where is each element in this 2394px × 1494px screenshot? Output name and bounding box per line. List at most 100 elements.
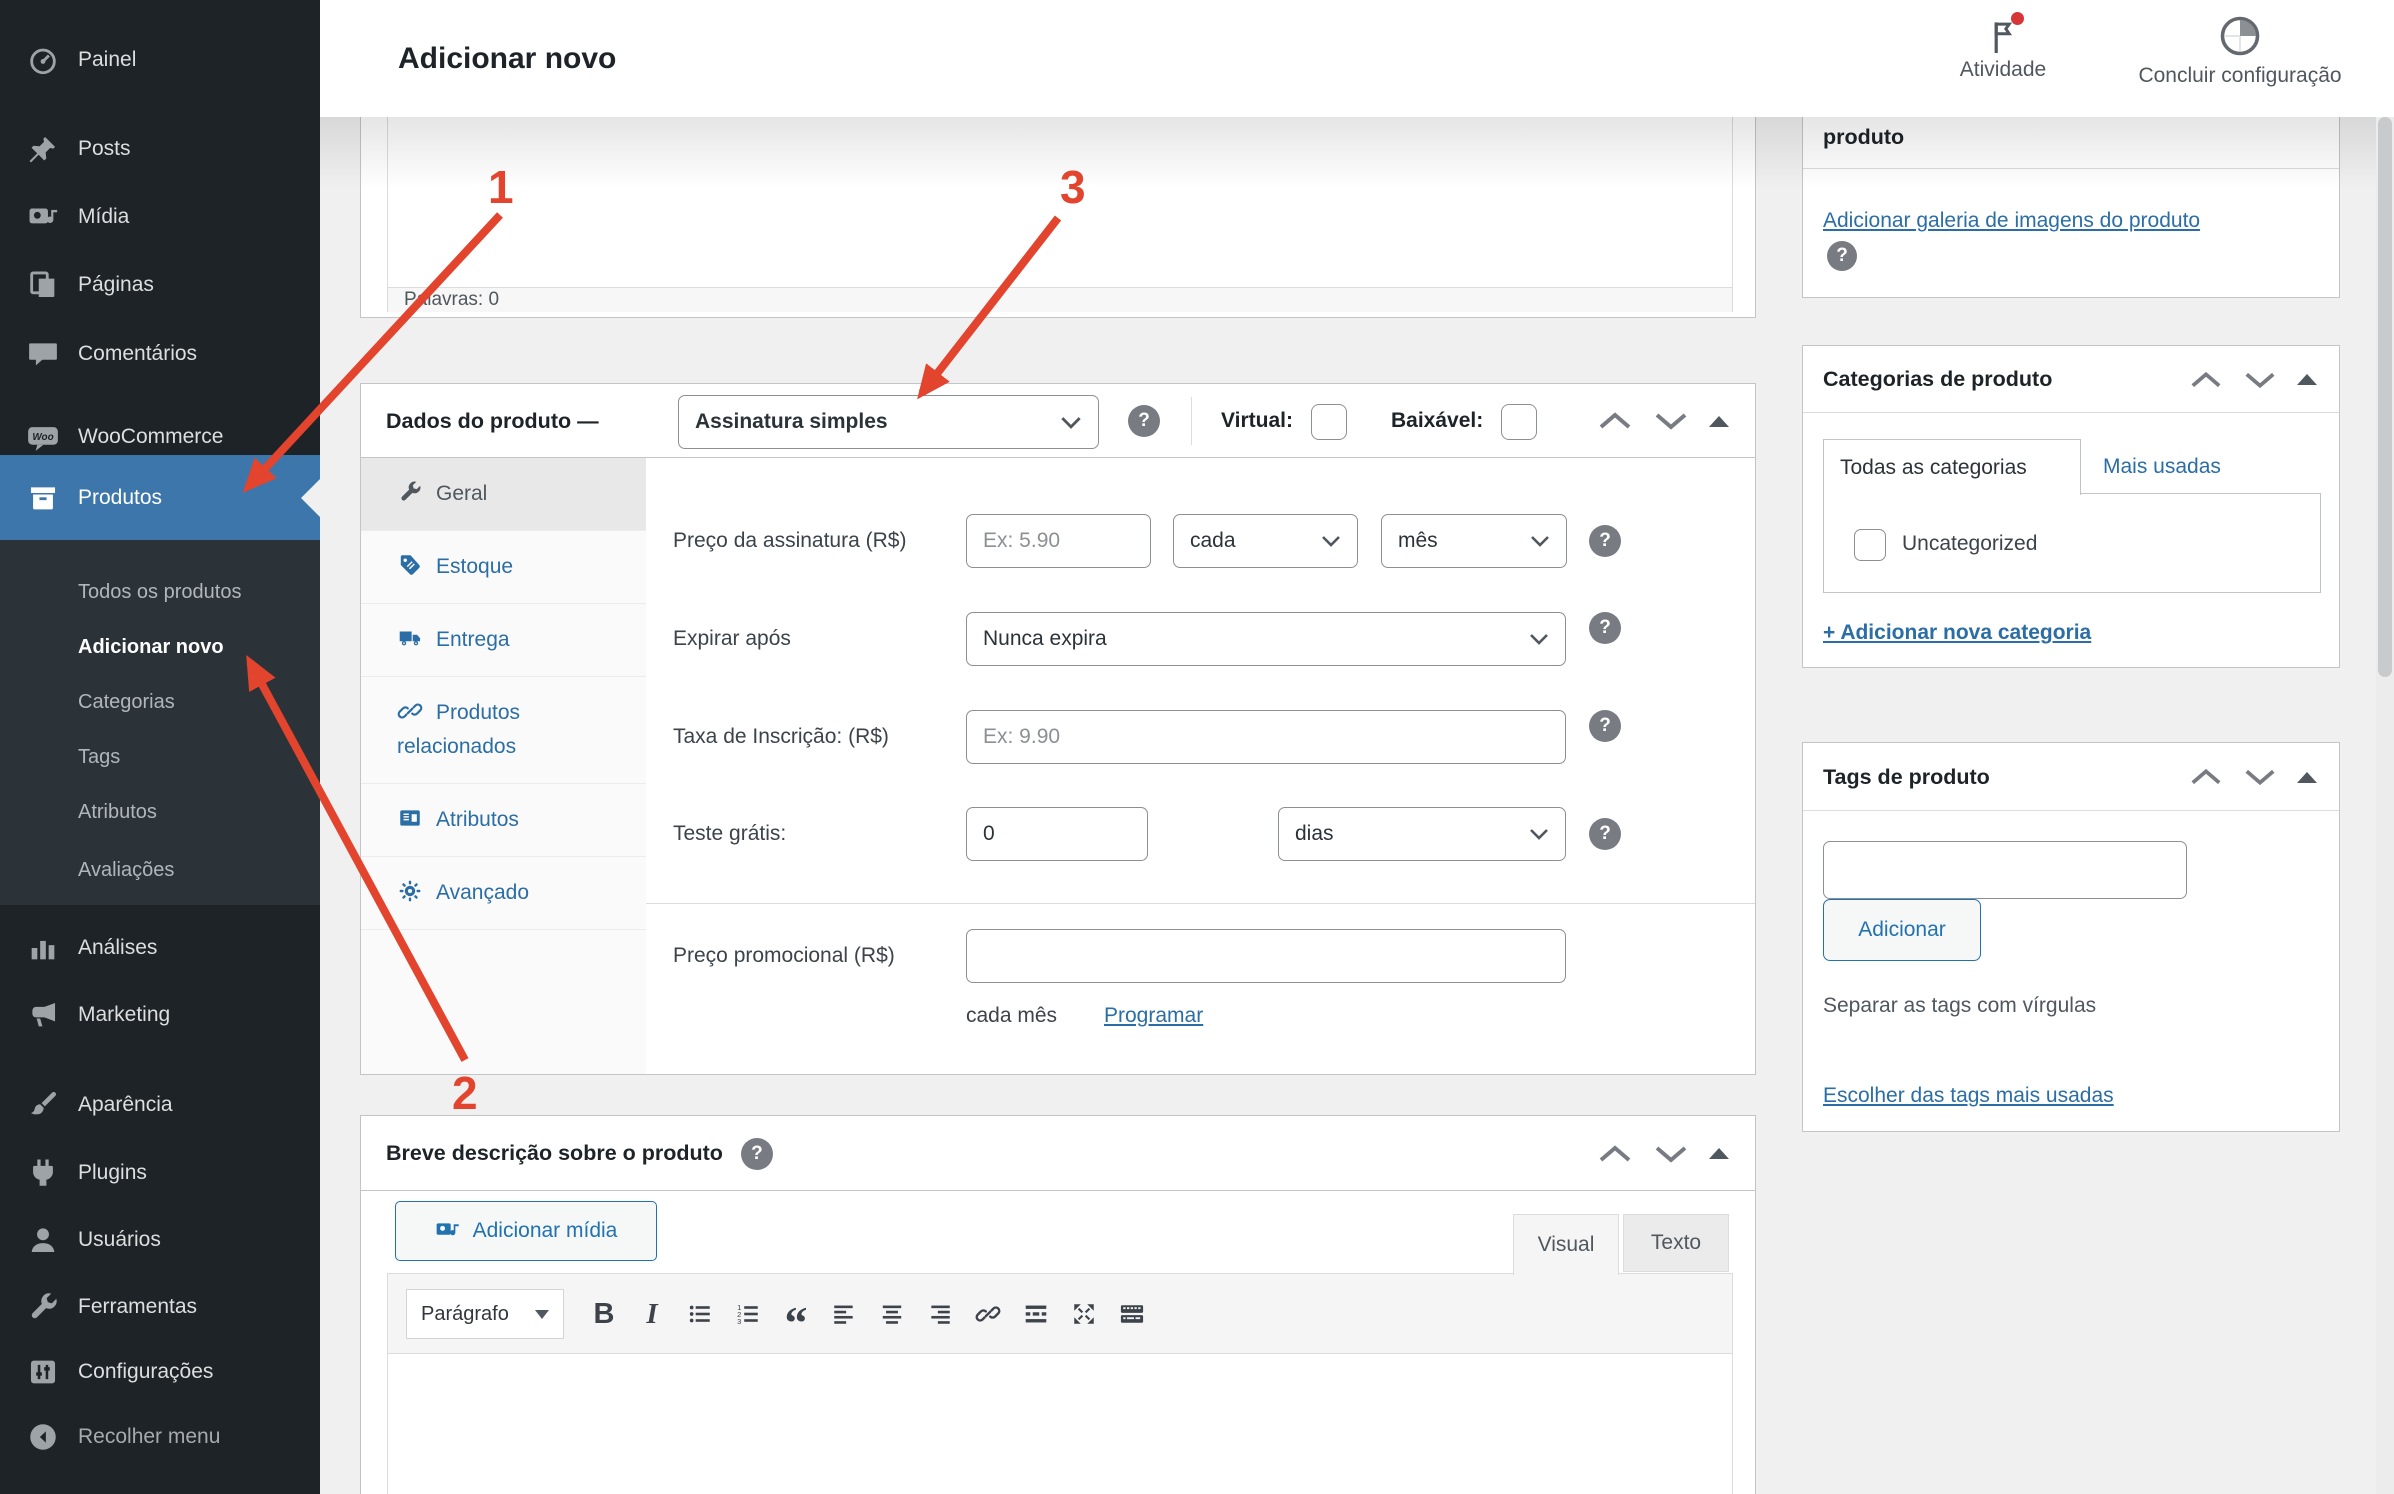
paragraph-dropdown[interactable]: Parágrafo [406, 1289, 564, 1339]
media-icon [435, 1218, 461, 1244]
keyboard-shortcuts-button[interactable] [1112, 1289, 1152, 1339]
sidebar-item-atributos[interactable]: Atributos [0, 785, 320, 840]
sidebar-item-aparencia[interactable]: Aparência [0, 1071, 320, 1139]
sidebar-item-paginas[interactable]: Páginas [0, 251, 320, 319]
sidebar-item-painel[interactable]: Painel [0, 26, 320, 94]
numbered-list-button[interactable]: 123 [728, 1289, 768, 1339]
sidebar-item-produtos[interactable]: Produtos [0, 455, 320, 540]
trial-input[interactable] [966, 807, 1148, 861]
schedule-link[interactable]: Programar [1104, 994, 1203, 1038]
fullscreen-icon [1071, 1301, 1097, 1327]
trial-unit-select[interactable]: dias [1278, 807, 1566, 861]
expire-value: Nunca expira [983, 627, 1107, 651]
help-icon[interactable]: ? [1589, 525, 1621, 557]
interval-value: cada [1190, 529, 1236, 553]
collapse-menu-button[interactable]: Recolher menu [0, 1403, 320, 1471]
sidebar-item-configuracoes[interactable]: Configurações [0, 1338, 320, 1406]
sidebar-item-marketing[interactable]: Marketing [0, 981, 320, 1049]
sidebar-item-label: Ferramentas [78, 1295, 197, 1319]
align-left-button[interactable] [824, 1289, 864, 1339]
tab-entrega[interactable]: Entrega [361, 604, 646, 677]
add-category-link[interactable]: + Adicionar nova categoria [1823, 613, 2091, 653]
tab-estoque[interactable]: Estoque [361, 531, 646, 604]
help-icon[interactable]: ? [1589, 612, 1621, 644]
sidebar-item-posts[interactable]: Posts [0, 115, 320, 183]
sidebar-item-tags[interactable]: Tags [0, 730, 320, 785]
collapse-toggle-icon[interactable] [2297, 772, 2317, 783]
activity-button[interactable]: Atividade [1945, 14, 2061, 106]
add-tag-button[interactable]: Adicionar [1823, 899, 1981, 961]
sidebar-item-midia[interactable]: Mídia [0, 183, 320, 251]
short-description-editor: Parágrafo B I 123 “ [387, 1273, 1733, 1494]
sidebar-item-label: Páginas [78, 273, 154, 297]
align-center-button[interactable] [872, 1289, 912, 1339]
move-up-icon[interactable] [1597, 1143, 1633, 1165]
tab-label: Atributos [436, 808, 519, 831]
help-icon[interactable]: ? [1128, 405, 1160, 437]
help-icon[interactable]: ? [1589, 818, 1621, 850]
tab-visual[interactable]: Visual [1513, 1214, 1619, 1275]
read-more-button[interactable] [1016, 1289, 1056, 1339]
move-up-icon[interactable] [2189, 369, 2223, 391]
sidebar-item-comentarios[interactable]: Comentários [0, 320, 320, 388]
collapse-toggle-icon[interactable] [1709, 1148, 1729, 1159]
collapse-toggle-icon[interactable] [2297, 374, 2317, 385]
choose-tags-link[interactable]: Escolher das tags mais usadas [1823, 1076, 2114, 1116]
insert-link-button[interactable] [968, 1289, 1008, 1339]
virtual-checkbox[interactable] [1311, 404, 1347, 440]
bullet-list-button[interactable] [680, 1289, 720, 1339]
short-description-content[interactable] [388, 1355, 1732, 1494]
add-media-button[interactable]: Adicionar mídia [395, 1201, 657, 1261]
tab-avancado[interactable]: Avançado [361, 857, 646, 930]
blockquote-button[interactable]: “ [776, 1289, 816, 1339]
sidebar-item-adicionar-novo[interactable]: Adicionar novo [0, 620, 320, 675]
move-down-icon[interactable] [2243, 766, 2277, 788]
finish-setup-button[interactable]: Concluir configuração [2105, 14, 2375, 106]
tab-produtos-relacionados[interactable]: Produtos relacionados [361, 677, 646, 784]
move-down-icon[interactable] [1653, 1143, 1689, 1165]
sidebar-item-label: Aparência [78, 1093, 173, 1117]
sidebar-item-usuarios[interactable]: Usuários [0, 1206, 320, 1274]
expire-select[interactable]: Nunca expira [966, 612, 1566, 666]
add-gallery-link[interactable]: Adicionar galeria de imagens do produto [1823, 201, 2200, 241]
interval-select[interactable]: cada [1173, 514, 1358, 568]
help-icon[interactable]: ? [1827, 241, 1857, 271]
price-input[interactable] [966, 514, 1151, 568]
collapse-toggle-icon[interactable] [1709, 416, 1729, 427]
category-checkbox[interactable] [1854, 529, 1886, 561]
move-down-icon[interactable] [1653, 410, 1689, 432]
product-type-select[interactable]: Assinatura simples [678, 395, 1099, 449]
tab-geral[interactable]: Geral [361, 458, 646, 531]
brush-icon [26, 1088, 60, 1122]
chevron-down-icon [1530, 535, 1550, 547]
sidebar-item-categorias[interactable]: Categorias [0, 675, 320, 730]
sidebar-item-ferramentas[interactable]: Ferramentas [0, 1273, 320, 1341]
move-down-icon[interactable] [2243, 369, 2277, 391]
chevron-down-icon [1529, 828, 1549, 840]
italic-button[interactable]: I [632, 1289, 672, 1339]
downloadable-checkbox[interactable] [1501, 404, 1537, 440]
fullscreen-button[interactable] [1064, 1289, 1104, 1339]
collapse-arrow-icon [26, 1420, 60, 1454]
sidebar-item-analises[interactable]: Análises [0, 914, 320, 982]
sidebar-item-todos-os-produtos[interactable]: Todos os produtos [0, 565, 320, 620]
tab-all-categories[interactable]: Todas as categorias [1823, 439, 2081, 495]
help-icon[interactable]: ? [1589, 710, 1621, 742]
tags-input[interactable] [1823, 841, 2187, 899]
move-up-icon[interactable] [2189, 766, 2223, 788]
sale-price-input[interactable] [966, 929, 1566, 983]
sidebar-item-label: Configurações [78, 1360, 213, 1384]
short-description-title: Breve descrição sobre o produto [386, 1141, 723, 1166]
move-up-icon[interactable] [1597, 410, 1633, 432]
period-select[interactable]: mês [1381, 514, 1567, 568]
help-icon[interactable]: ? [741, 1138, 773, 1170]
tab-texto[interactable]: Texto [1623, 1214, 1729, 1272]
tab-most-used[interactable]: Mais usadas [2103, 439, 2221, 494]
sidebar-item-plugins[interactable]: Plugins [0, 1139, 320, 1207]
signup-fee-input[interactable] [966, 710, 1566, 764]
sidebar-item-avaliacoes[interactable]: Avaliações [0, 843, 320, 898]
bold-button[interactable]: B [584, 1289, 624, 1339]
align-right-button[interactable] [920, 1289, 960, 1339]
scrollbar-thumb[interactable] [2378, 117, 2392, 677]
tab-atributos[interactable]: Atributos [361, 784, 646, 857]
